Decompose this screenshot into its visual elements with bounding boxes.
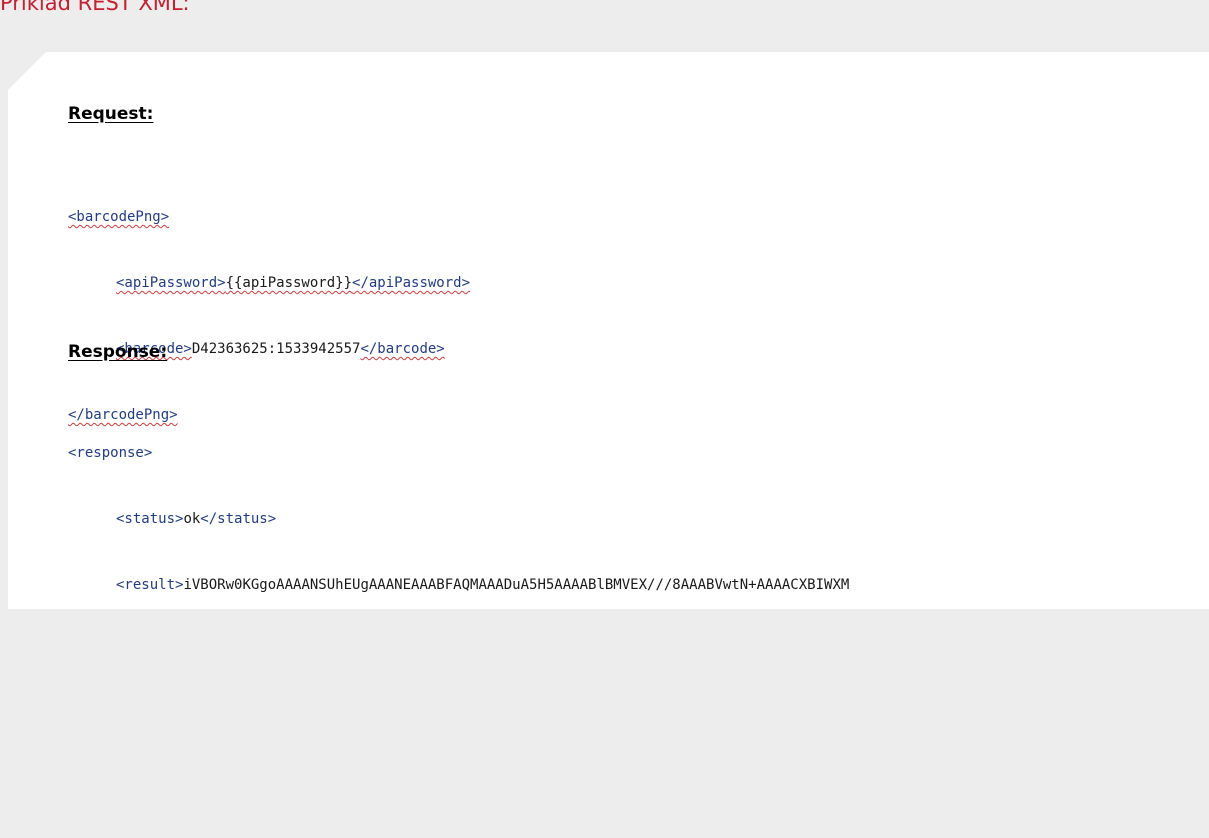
tag-close: </result> [320, 709, 397, 725]
value-text: iVBORw0KGgoAAAANSUhEUgAAANEAAABFAQMAAADu… [183, 577, 850, 593]
response-result-line2: AAA7EAAAOxAGVKw4bAAAANklEQVQ4jWNgMGnt2H3… [68, 643, 836, 659]
request-title: Request: [68, 104, 154, 124]
tag-open: <status> [116, 511, 184, 527]
tag-close: </status> [200, 511, 277, 527]
response-title: Response: [68, 342, 168, 362]
response-root-open: <response> [68, 442, 849, 464]
response-line-result: <result>iVBORw0KGgoAAAANSUhEUgAAANEAAABF… [68, 574, 849, 596]
tag-open: <result> [116, 577, 184, 593]
tag-open: <apiPassword> [116, 275, 226, 291]
value-text: ok [183, 511, 201, 527]
tag-open: <response> [68, 445, 153, 461]
response-result-line3: oOAGPgm5hN5tB7AAAAAElFTkSuQmCC</result> [68, 706, 849, 728]
document-card: Request: <barcodePng> <apiPassword>{{api… [8, 52, 1209, 609]
value-text: D42363625:1533942557 [191, 341, 361, 357]
request-root-open: <barcodePng> [68, 206, 470, 228]
page-heading: Příklad REST XML: [0, 0, 190, 15]
response-root-close: </response> [68, 772, 849, 794]
response-code-block: <response> <status>ok</status> <result>i… [68, 398, 849, 794]
request-line-apipassword: <apiPassword>{{apiPassword}}</apiPasswor… [68, 272, 470, 294]
tag-close: </response> [68, 775, 161, 791]
response-line-status: <status>ok</status> [68, 508, 849, 530]
value-text: oOAGPgm5hN5tB7AAAAAElFTkSuQmCC [68, 709, 321, 725]
value-text: {{apiPassword}} [225, 275, 353, 291]
tag-open: <barcodePng> [68, 209, 170, 225]
tag-close: </apiPassword> [352, 275, 471, 291]
tag-close: </barcode> [360, 341, 445, 357]
